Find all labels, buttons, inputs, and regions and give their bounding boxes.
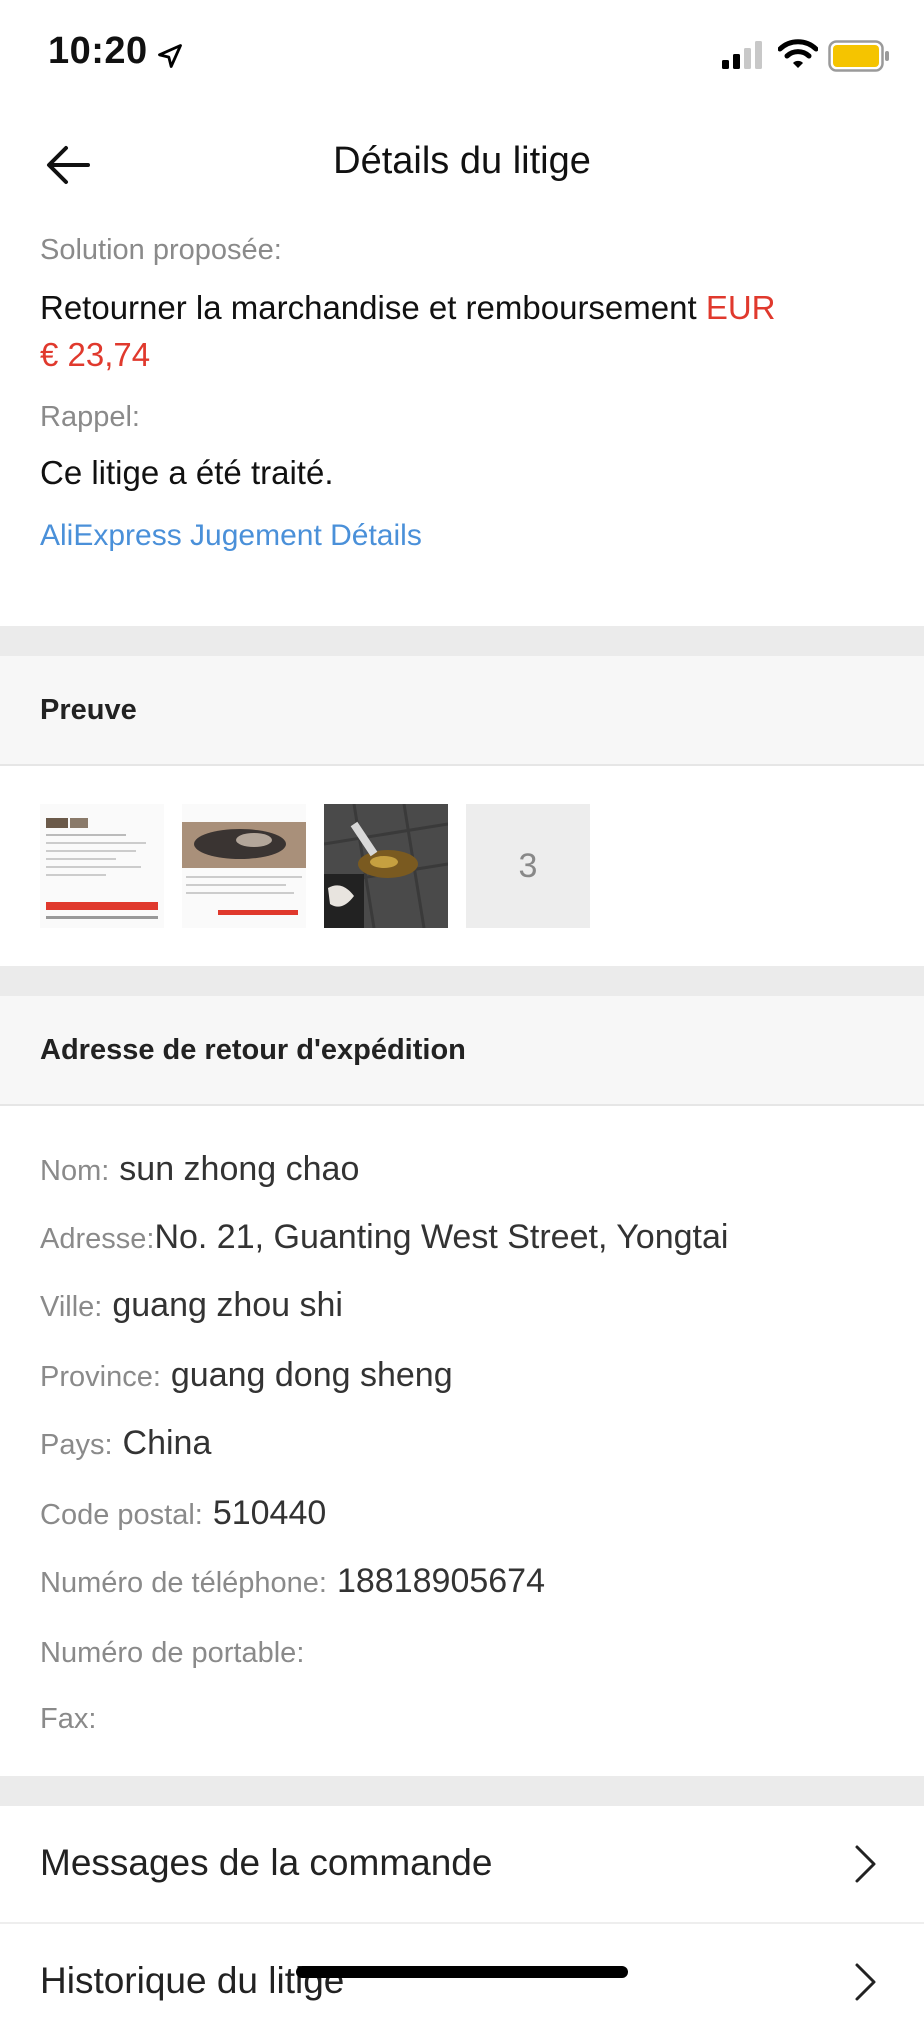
evidence-section-header: Preuve xyxy=(0,656,924,766)
evidence-thumbnail-2[interactable] xyxy=(182,804,306,928)
address-phone-row: Numéro de téléphone: 18818905674 xyxy=(40,1562,545,1601)
field-key: Province: xyxy=(40,1361,161,1393)
home-indicator xyxy=(296,1966,628,1978)
evidence-thumbnail-1[interactable] xyxy=(40,804,164,928)
solution-label: Solution proposée: xyxy=(40,234,282,266)
field-value: No. 21, Guanting West Street, Yongtai xyxy=(154,1218,729,1256)
field-value: guang dong sheng xyxy=(170,1356,453,1394)
location-arrow-icon xyxy=(158,44,182,68)
refund-amount: € 23,74 xyxy=(40,336,151,373)
field-key: Numéro de portable: xyxy=(40,1637,305,1669)
field-key: Nom: xyxy=(40,1155,110,1187)
field-key: Code postal: xyxy=(40,1499,203,1531)
address-name-row: Nom: sun zhong chao xyxy=(40,1150,359,1189)
field-key: Pays: xyxy=(40,1429,113,1461)
refund-currency: EUR xyxy=(705,289,776,326)
address-country-row: Pays: China xyxy=(40,1424,211,1463)
dispute-history-row[interactable]: Historique du litige xyxy=(0,1924,924,2042)
more-evidence-count[interactable]: 3 xyxy=(466,804,590,928)
shoe-photo-thumbnail-icon xyxy=(182,804,306,928)
chevron-right-icon xyxy=(855,1845,876,1883)
chevron-right-icon xyxy=(855,1963,876,2001)
field-value: guang zhou shi xyxy=(112,1286,343,1324)
section-separator xyxy=(0,1776,924,1806)
address-fax-row: Fax: xyxy=(40,1698,106,1737)
evidence-thumbnail-3[interactable] xyxy=(324,804,448,928)
cellular-signal-icon xyxy=(722,41,762,69)
field-key: Adresse: xyxy=(40,1223,155,1255)
field-key: Numéro de téléphone: xyxy=(40,1567,327,1599)
field-value: 18818905674 xyxy=(336,1562,545,1600)
field-value: 510440 xyxy=(212,1494,327,1532)
order-messages-row[interactable]: Messages de la commande xyxy=(0,1806,924,1924)
order-messages-label: Messages de la commande xyxy=(40,1842,493,1883)
floor-photo-thumbnail-icon xyxy=(324,804,448,928)
field-key: Fax: xyxy=(40,1703,97,1735)
address-postal-code-row: Code postal: 510440 xyxy=(40,1494,326,1533)
reminder-label: Rappel: xyxy=(40,401,140,433)
screenshot-thumbnail-icon xyxy=(40,804,164,928)
battery-icon xyxy=(828,40,889,72)
section-separator xyxy=(0,966,924,996)
section-separator xyxy=(0,626,924,656)
solution-description: Retourner la marchandise et remboursemen… xyxy=(40,289,697,326)
field-key: Ville: xyxy=(40,1291,103,1323)
return-address-section-header: Adresse de retour d'expédition xyxy=(0,996,924,1106)
address-province-row: Province: guang dong sheng xyxy=(40,1356,453,1395)
evidence-title: Preuve xyxy=(40,694,137,726)
status-time: 10:20 xyxy=(48,30,148,72)
page-title: Détails du litige xyxy=(333,140,591,182)
reminder-text: Ce litige a été traité. xyxy=(40,454,334,491)
return-address-title: Adresse de retour d'expédition xyxy=(40,1034,466,1066)
aliexpress-judgement-link[interactable]: AliExpress Jugement Détails xyxy=(40,519,422,553)
solution-text: Retourner la marchandise et remboursemen… xyxy=(40,284,900,378)
field-value: China xyxy=(122,1424,212,1462)
field-value: sun zhong chao xyxy=(119,1150,360,1188)
wifi-icon xyxy=(778,39,818,68)
address-city-row: Ville: guang zhou shi xyxy=(40,1286,343,1325)
status-bar: 10:20 xyxy=(0,0,924,110)
address-street-row: Adresse:No. 21, Guanting West Street, Yo… xyxy=(40,1218,728,1257)
address-mobile-row: Numéro de portable: xyxy=(40,1632,314,1671)
